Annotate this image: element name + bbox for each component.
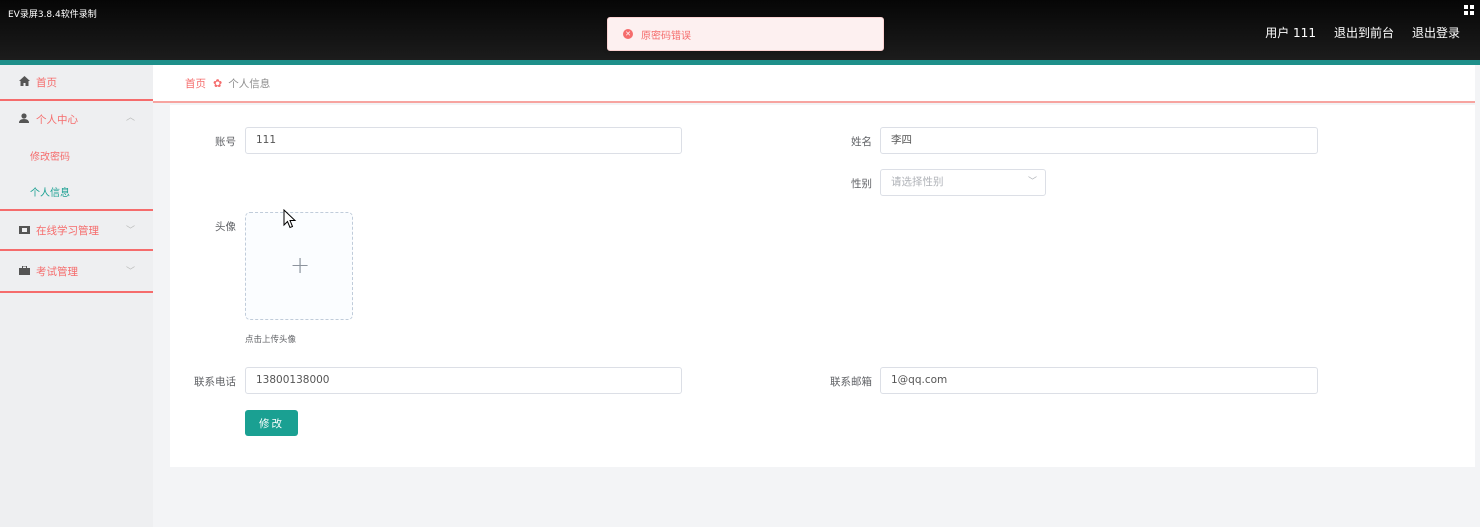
sidebar-subitem-personal-info[interactable]: 个人信息 — [0, 174, 153, 211]
sidebar-subitem-label: 个人信息 — [30, 188, 70, 199]
recorder-watermark: EV录屏3.8.4软件录制 — [8, 10, 97, 20]
submit-button[interactable]: 修改 — [245, 410, 298, 436]
back-to-front-link[interactable]: 退出到前台 — [1334, 24, 1394, 41]
chevron-up-icon: ︿ — [125, 113, 135, 123]
user-label: 用户 111 — [1265, 26, 1316, 40]
gender-placeholder: 请选择性别 — [891, 176, 944, 188]
account-field[interactable]: 111 — [245, 127, 682, 154]
sidebar-item-label: 个人中心 — [36, 113, 78, 126]
mouse-cursor-icon — [283, 209, 297, 229]
email-field[interactable]: 1@qq.com — [880, 367, 1318, 394]
logout-link[interactable]: 退出登录 — [1412, 24, 1460, 41]
header-actions: 用户 111 退出到前台 退出登录 — [1265, 24, 1460, 41]
phone-field[interactable]: 13800138000 — [245, 367, 682, 394]
sidebar-subitem-label: 修改密码 — [30, 152, 70, 163]
toast-message: 原密码错误 — [641, 30, 691, 42]
sidebar-item-online-learning[interactable]: 在线学习管理 ﹀ — [0, 211, 153, 251]
sidebar-item-home[interactable]: 首页 — [0, 65, 153, 101]
gender-select[interactable]: 请选择性别 ﹀ — [880, 169, 1046, 196]
user-icon — [18, 112, 30, 126]
name-label: 姓名 — [851, 136, 872, 148]
sidebar-item-personal-center[interactable]: 个人中心 ︿ — [0, 101, 153, 137]
flower-separator-icon: ✿ — [213, 76, 223, 90]
sidebar-item-exam-mgmt[interactable]: 考试管理 ﹀ — [0, 251, 153, 293]
fullscreen-icon[interactable] — [1464, 5, 1475, 16]
sidebar-item-label: 在线学习管理 — [36, 224, 99, 237]
chevron-down-icon: ﹀ — [125, 267, 135, 277]
phone-label: 联系电话 — [194, 376, 236, 388]
account-label: 账号 — [215, 136, 236, 148]
sidebar-item-label: 考试管理 — [36, 265, 78, 278]
avatar-upload[interactable]: + — [245, 212, 353, 320]
error-toast: ✕ 原密码错误 — [607, 17, 884, 51]
sidebar-subitem-change-password[interactable]: 修改密码 — [0, 137, 153, 174]
briefcase-icon — [18, 265, 30, 278]
breadcrumb-current: 个人信息 — [228, 77, 271, 90]
chevron-down-icon: ﹀ — [125, 226, 135, 236]
sidebar: 首页 个人中心 ︿ 修改密码 个人信息 在线学习管理 ﹀ 考试管理 ﹀ — [0, 65, 153, 527]
name-field[interactable]: 李四 — [880, 127, 1318, 154]
gender-label: 性别 — [851, 178, 872, 190]
personal-info-form: 账号 111 姓名 李四 性别 请选择性别 ﹀ 头像 + 点击上传头像 联系电话… — [170, 105, 1475, 467]
avatar-upload-tip: 点击上传头像 — [245, 335, 297, 345]
plus-icon: + — [290, 251, 311, 279]
chevron-down-icon: ﹀ — [1027, 177, 1037, 187]
breadcrumb-home[interactable]: 首页 — [185, 76, 206, 91]
email-label: 联系邮箱 — [830, 376, 872, 388]
avatar-label: 头像 — [215, 221, 236, 233]
home-icon — [18, 75, 30, 89]
error-circle-icon: ✕ — [623, 29, 633, 39]
ticket-icon — [18, 224, 30, 237]
sidebar-item-label: 首页 — [36, 76, 57, 89]
breadcrumb: 首页 ✿ 个人信息 — [153, 65, 1475, 103]
